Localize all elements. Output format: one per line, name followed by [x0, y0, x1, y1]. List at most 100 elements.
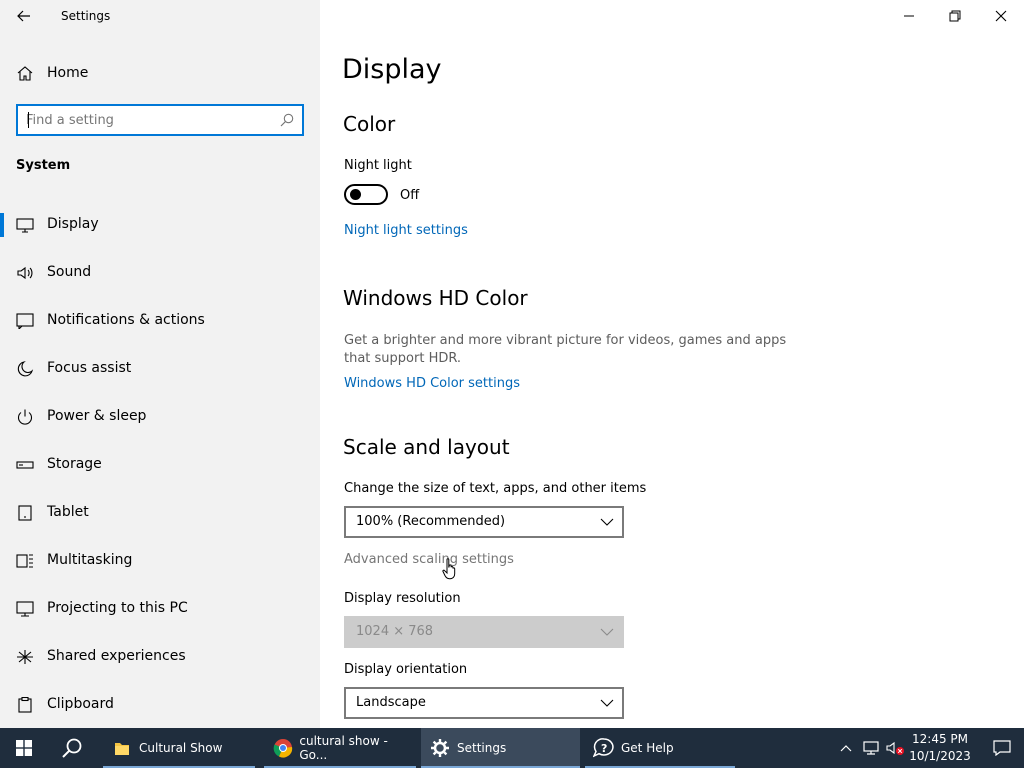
storage-icon — [16, 461, 34, 469]
clock-date: 10/1/2023 — [909, 749, 971, 763]
network-icon — [863, 741, 879, 755]
show-hidden-icons-button[interactable] — [836, 728, 856, 768]
sidebar-item-label: Home — [47, 65, 89, 81]
taskbar-search-button[interactable] — [48, 728, 96, 768]
svg-text:?: ? — [601, 742, 607, 755]
sidebar-item-power-sleep[interactable]: Power & sleep — [0, 397, 320, 437]
resolution-dropdown-value: 1024 × 768 — [356, 624, 434, 639]
folder-icon — [111, 737, 133, 759]
windows-logo-icon — [16, 740, 32, 756]
night-light-settings-link[interactable]: Night light settings — [344, 223, 468, 238]
app-title: Settings — [61, 9, 111, 23]
back-button[interactable] — [10, 4, 38, 28]
sidebar-item-label: Multitasking — [47, 552, 133, 568]
sidebar-item-label: Shared experiences — [47, 648, 186, 664]
sidebar-item-label: Notifications & actions — [47, 312, 205, 328]
taskbar-app-label: Settings — [457, 741, 507, 755]
advanced-scaling-link[interactable]: Advanced scaling settings — [344, 552, 514, 567]
chevron-down-icon — [600, 518, 614, 526]
search-icon — [62, 738, 82, 758]
scale-dropdown[interactable]: 100% (Recommended) — [344, 506, 624, 538]
taskbar-app-settings[interactable]: Settings — [421, 728, 580, 768]
taskbar-app-get-help[interactable]: ? Get Help — [585, 728, 735, 768]
moon-icon — [17, 361, 34, 377]
sidebar-item-label: Sound — [47, 264, 92, 280]
sidebar-item-label: Projecting to this PC — [47, 600, 188, 616]
size-label: Change the size of text, apps, and other… — [344, 481, 647, 496]
search-input[interactable] — [26, 110, 276, 130]
sidebar-item-display[interactable]: Display — [0, 205, 320, 245]
notification-icon — [16, 313, 34, 329]
page-title: Display — [342, 54, 442, 85]
sidebar-item-notifications[interactable]: Notifications & actions — [0, 301, 320, 341]
sidebar-item-label: Power & sleep — [47, 408, 147, 424]
night-light-toggle[interactable] — [344, 184, 388, 205]
shared-experiences-icon — [17, 650, 33, 664]
volume-button[interactable] — [884, 728, 906, 768]
sidebar-item-label: Storage — [47, 456, 102, 472]
taskbar-app-label: cultural show - Go... — [299, 734, 388, 762]
taskbar-clock[interactable]: 12:45 PM 10/1/2023 — [905, 730, 975, 766]
sidebar-item-label: Clipboard — [47, 696, 114, 712]
hand-cursor-icon — [442, 558, 456, 580]
sidebar-item-multitasking[interactable]: Multitasking — [0, 541, 320, 581]
clipboard-icon — [18, 697, 32, 713]
orientation-label: Display orientation — [344, 662, 468, 677]
action-center-button[interactable] — [980, 728, 1024, 768]
resolution-dropdown[interactable]: 1024 × 768 — [344, 616, 624, 648]
power-icon — [17, 409, 33, 425]
speaker-icon — [17, 266, 33, 280]
tablet-icon — [18, 505, 32, 521]
home-icon — [17, 66, 33, 81]
sidebar-item-projecting[interactable]: Projecting to this PC — [0, 589, 320, 629]
scale-layout-heading: Scale and layout — [343, 435, 510, 459]
restore-button[interactable] — [932, 0, 978, 32]
scale-dropdown-value: 100% (Recommended) — [356, 514, 506, 529]
restore-icon — [949, 10, 961, 22]
start-button[interactable] — [0, 728, 48, 768]
resolution-label: Display resolution — [344, 591, 461, 606]
chevron-down-icon — [600, 699, 614, 707]
multitasking-icon — [16, 554, 33, 568]
orientation-dropdown-value: Landscape — [356, 695, 426, 710]
sidebar-item-shared-experiences[interactable]: Shared experiences — [0, 637, 320, 677]
clock-time: 12:45 PM — [912, 732, 968, 746]
night-light-state: Off — [400, 188, 420, 203]
volume-muted-icon — [886, 741, 904, 755]
sidebar-item-storage[interactable]: Storage — [0, 445, 320, 485]
sidebar-item-clipboard[interactable]: Clipboard — [0, 685, 320, 725]
back-arrow-icon — [17, 10, 30, 22]
sidebar-item-tablet[interactable]: Tablet — [0, 493, 320, 533]
taskbar-app-cultural-show[interactable]: Cultural Show — [103, 728, 255, 768]
minimize-button[interactable] — [886, 0, 932, 32]
hd-color-description: Get a brighter and more vibrant picture … — [344, 333, 787, 366]
sidebar-item-sound[interactable]: Sound — [0, 253, 320, 293]
network-button[interactable] — [860, 728, 882, 768]
sidebar-item-label: Focus assist — [47, 360, 132, 376]
sidebar-item-label: Display — [47, 216, 99, 232]
sidebar-item-focus-assist[interactable]: Focus assist — [0, 349, 320, 389]
title-bar: Settings — [0, 0, 320, 32]
search-box[interactable] — [16, 104, 304, 136]
search-icon[interactable] — [280, 113, 294, 127]
chevron-up-icon — [840, 745, 852, 752]
toggle-knob — [350, 189, 361, 200]
taskbar: Cultural Show cultural show - Go... Sett… — [0, 728, 1024, 768]
color-heading: Color — [343, 112, 396, 136]
sidebar-item-label: Tablet — [47, 504, 89, 520]
main-content: Display Color Night light Off Night ligh… — [320, 0, 1024, 728]
help-icon: ? — [593, 737, 615, 759]
hd-color-settings-link[interactable]: Windows HD Color settings — [344, 376, 520, 391]
selection-indicator — [0, 213, 4, 237]
notification-icon — [993, 740, 1011, 756]
close-button[interactable] — [978, 0, 1024, 32]
taskbar-app-label: Get Help — [621, 741, 674, 755]
taskbar-app-label: Cultural Show — [139, 741, 223, 755]
minimize-icon — [904, 15, 914, 17]
taskbar-app-chrome[interactable]: cultural show - Go... — [264, 728, 416, 768]
orientation-dropdown[interactable]: Landscape — [344, 687, 624, 719]
chrome-icon — [272, 737, 293, 759]
sidebar-item-home[interactable]: Home — [0, 57, 320, 89]
window-controls — [886, 0, 1024, 32]
monitor-icon — [16, 218, 34, 233]
